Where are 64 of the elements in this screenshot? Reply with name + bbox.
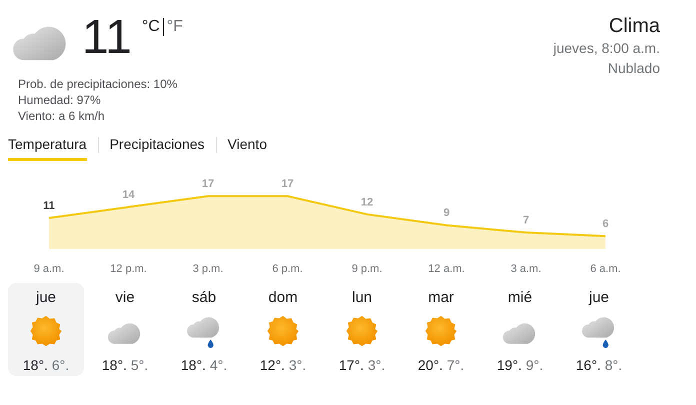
weather-detail: Viento: a 6 km/h	[18, 108, 106, 124]
day-name: mar	[428, 289, 454, 307]
low-temperature: 5°.	[130, 357, 148, 373]
high-temperature: 18°.	[180, 357, 206, 373]
hour-label: 3 a.m.	[510, 263, 542, 275]
day-name: mié	[508, 289, 532, 307]
temperature-label: 12	[360, 196, 374, 208]
current-temperature: 11	[82, 10, 132, 66]
date-time: jueves, 8:00 a.m.	[553, 39, 660, 58]
temperature-label: 14	[122, 189, 135, 202]
widget-title: Clima	[608, 14, 660, 38]
hour-label: 12 p.m.	[110, 263, 147, 275]
low-temperature: 3°.	[368, 357, 386, 373]
temperature-label: 7	[522, 214, 530, 227]
hour-label: 6 a.m.	[590, 263, 621, 275]
hour-label: 9 a.m.	[34, 263, 64, 275]
temperature-label: 6	[602, 218, 609, 230]
low-temperature: 9°.	[526, 357, 544, 373]
low-temperature: 6°.	[52, 357, 70, 373]
hour-label: 6 p.m.	[272, 263, 303, 275]
tab[interactable]: Viento	[228, 134, 267, 161]
high-temperature: 18°.	[22, 357, 48, 373]
day-forecast[interactable]: lun 17°. 3°.	[324, 283, 400, 376]
day-forecast[interactable]: dom 12°. 3°.	[245, 283, 321, 376]
tab[interactable]: Precipitaciones	[110, 134, 205, 161]
temperature-label: 11	[43, 200, 55, 212]
tab[interactable]: Temperatura	[8, 134, 87, 161]
weather-detail: Humedad: 97%	[18, 92, 102, 108]
day-forecast[interactable]: jue 16°. 8°.	[561, 283, 637, 376]
day-name: lun	[352, 289, 372, 307]
temperature-label: 9	[443, 207, 450, 220]
celsius-toggle[interactable]: °C	[142, 18, 160, 36]
temperature-label: 17	[281, 178, 294, 190]
day-name: dom	[268, 289, 298, 307]
day-forecast[interactable]: vie 18°. 5°.	[87, 283, 163, 376]
high-temperature: 12°.	[260, 357, 285, 373]
high-temperature: 17°.	[338, 357, 364, 373]
day-forecast[interactable]: mar 20°. 7°.	[403, 283, 479, 376]
low-temperature: 8°.	[604, 357, 622, 373]
high-temperature: 16°.	[576, 357, 601, 373]
condition-text: Nublado	[608, 59, 660, 78]
sun-icon	[266, 314, 300, 348]
day-name: jue	[588, 289, 610, 307]
high-temperature: 19°.	[496, 357, 522, 373]
low-temperature: 7°.	[446, 357, 464, 373]
low-temperature: 4°.	[210, 357, 228, 373]
low-temperature: 3°.	[288, 357, 306, 373]
day-forecast[interactable]: mié 19°. 9°.	[482, 283, 558, 376]
day-name: vie	[115, 289, 135, 307]
hour-label: 3 p.m.	[192, 263, 224, 275]
day-name: jue	[36, 289, 56, 307]
day-forecast[interactable]: jue 18°. 6°.	[8, 283, 84, 376]
hour-label: 12 a.m.	[428, 263, 465, 275]
sun-icon	[29, 314, 63, 348]
high-temperature: 18°.	[102, 357, 127, 373]
day-name: sáb	[192, 289, 216, 307]
high-temperature: 20°.	[418, 357, 443, 373]
sun-icon	[345, 314, 379, 348]
temperature-label: 17	[202, 178, 214, 190]
sun-icon	[424, 314, 458, 348]
weather-detail: Prob. de precipitaciones: 10%	[18, 76, 178, 92]
hour-label: 9 p.m.	[352, 263, 382, 275]
day-forecast[interactable]: sáb 18°. 4°.	[166, 283, 242, 376]
fahrenheit-toggle[interactable]: °F	[166, 18, 183, 36]
